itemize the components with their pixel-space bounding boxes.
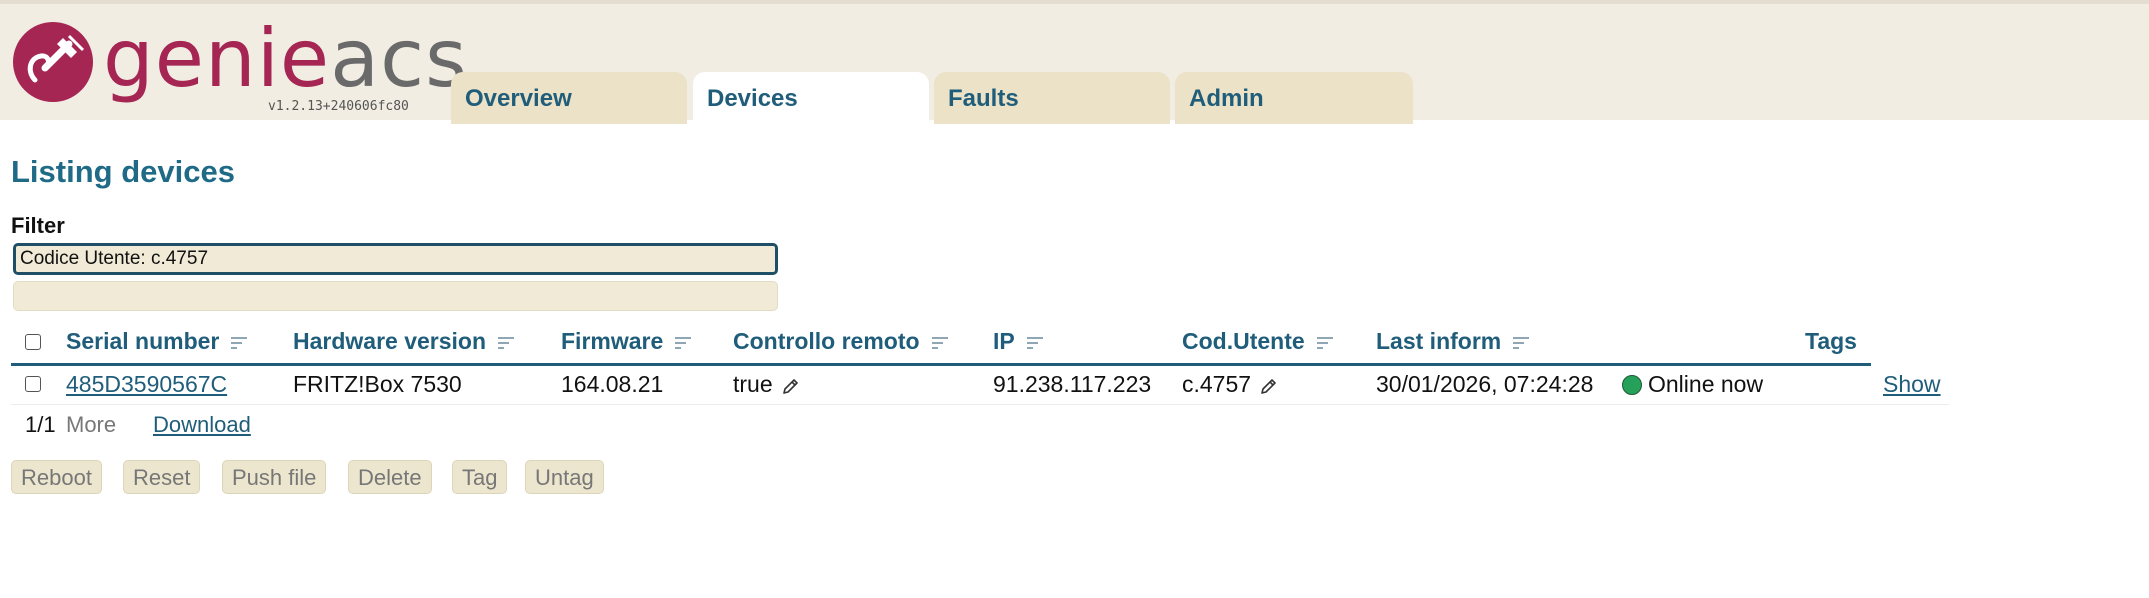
genieacs-logo-icon[interactable]: [13, 22, 93, 102]
firmware-cell: 164.08.21: [561, 371, 664, 397]
version-label: v1.2.13+240606fc80: [268, 99, 409, 114]
column-header-cod-utente[interactable]: Cod.Utente: [1182, 328, 1335, 355]
table-header-divider: [11, 363, 1871, 366]
reboot-button[interactable]: Reboot: [11, 460, 102, 494]
column-header-firmware[interactable]: Firmware: [561, 328, 693, 355]
reset-button[interactable]: Reset: [123, 460, 201, 494]
cod-utente-cell: c.4757: [1182, 371, 1279, 398]
download-link[interactable]: Download: [153, 412, 251, 438]
tab-admin[interactable]: Admin: [1175, 72, 1413, 124]
last-inform-cell: 30/01/2026, 07:24:28: [1376, 371, 1594, 397]
tab-overview[interactable]: Overview: [451, 72, 687, 124]
column-header-hardware-version[interactable]: Hardware version: [293, 328, 516, 355]
tab-faults[interactable]: Faults: [934, 72, 1170, 124]
show-link[interactable]: Show: [1883, 371, 1941, 398]
filter-input[interactable]: [13, 243, 778, 275]
tab-devices[interactable]: Devices: [693, 72, 929, 124]
filter-label: Filter: [11, 213, 65, 238]
page-count: 1/1: [25, 412, 56, 437]
sort-icon[interactable]: [930, 336, 950, 350]
online-status-dot-icon: [1622, 375, 1642, 395]
select-all-checkbox[interactable]: [25, 334, 41, 350]
logo-wordmark: genieacs: [103, 12, 468, 105]
sort-icon[interactable]: [1025, 336, 1045, 350]
online-status: Online now: [1622, 371, 1763, 398]
column-header-tags: Tags: [1805, 328, 1857, 354]
column-header-serial-number[interactable]: Serial number: [66, 328, 249, 355]
row-checkbox[interactable]: [25, 376, 41, 392]
sort-icon[interactable]: [229, 336, 249, 350]
controllo-remoto-cell: true: [733, 371, 801, 398]
hardware-version-cell: FRITZ!Box 7530: [293, 371, 462, 397]
push-file-button[interactable]: Push file: [222, 460, 327, 494]
page-title: Listing devices: [11, 154, 235, 189]
column-header-last-inform[interactable]: Last inform: [1376, 328, 1531, 355]
row-divider: [11, 404, 1949, 405]
more-button[interactable]: More: [66, 412, 116, 438]
tag-button[interactable]: Tag: [452, 460, 508, 494]
untag-button[interactable]: Untag: [525, 460, 604, 494]
sort-icon[interactable]: [673, 336, 693, 350]
top-bar: genieacs v1.2.13+240606fc80 Overview Dev…: [0, 0, 2149, 124]
serial-number-link[interactable]: 485D3590567C: [66, 371, 227, 398]
sort-icon[interactable]: [1315, 336, 1335, 350]
edit-pencil-icon[interactable]: [781, 376, 801, 396]
ip-cell: 91.238.117.223: [993, 371, 1152, 397]
edit-pencil-icon[interactable]: [1259, 376, 1279, 396]
sort-icon[interactable]: [1511, 336, 1531, 350]
filter-input-secondary[interactable]: [13, 281, 778, 311]
column-header-ip[interactable]: IP: [993, 328, 1045, 355]
delete-button[interactable]: Delete: [348, 460, 432, 494]
sort-icon[interactable]: [496, 336, 516, 350]
column-header-controllo-remoto[interactable]: Controllo remoto: [733, 328, 950, 355]
